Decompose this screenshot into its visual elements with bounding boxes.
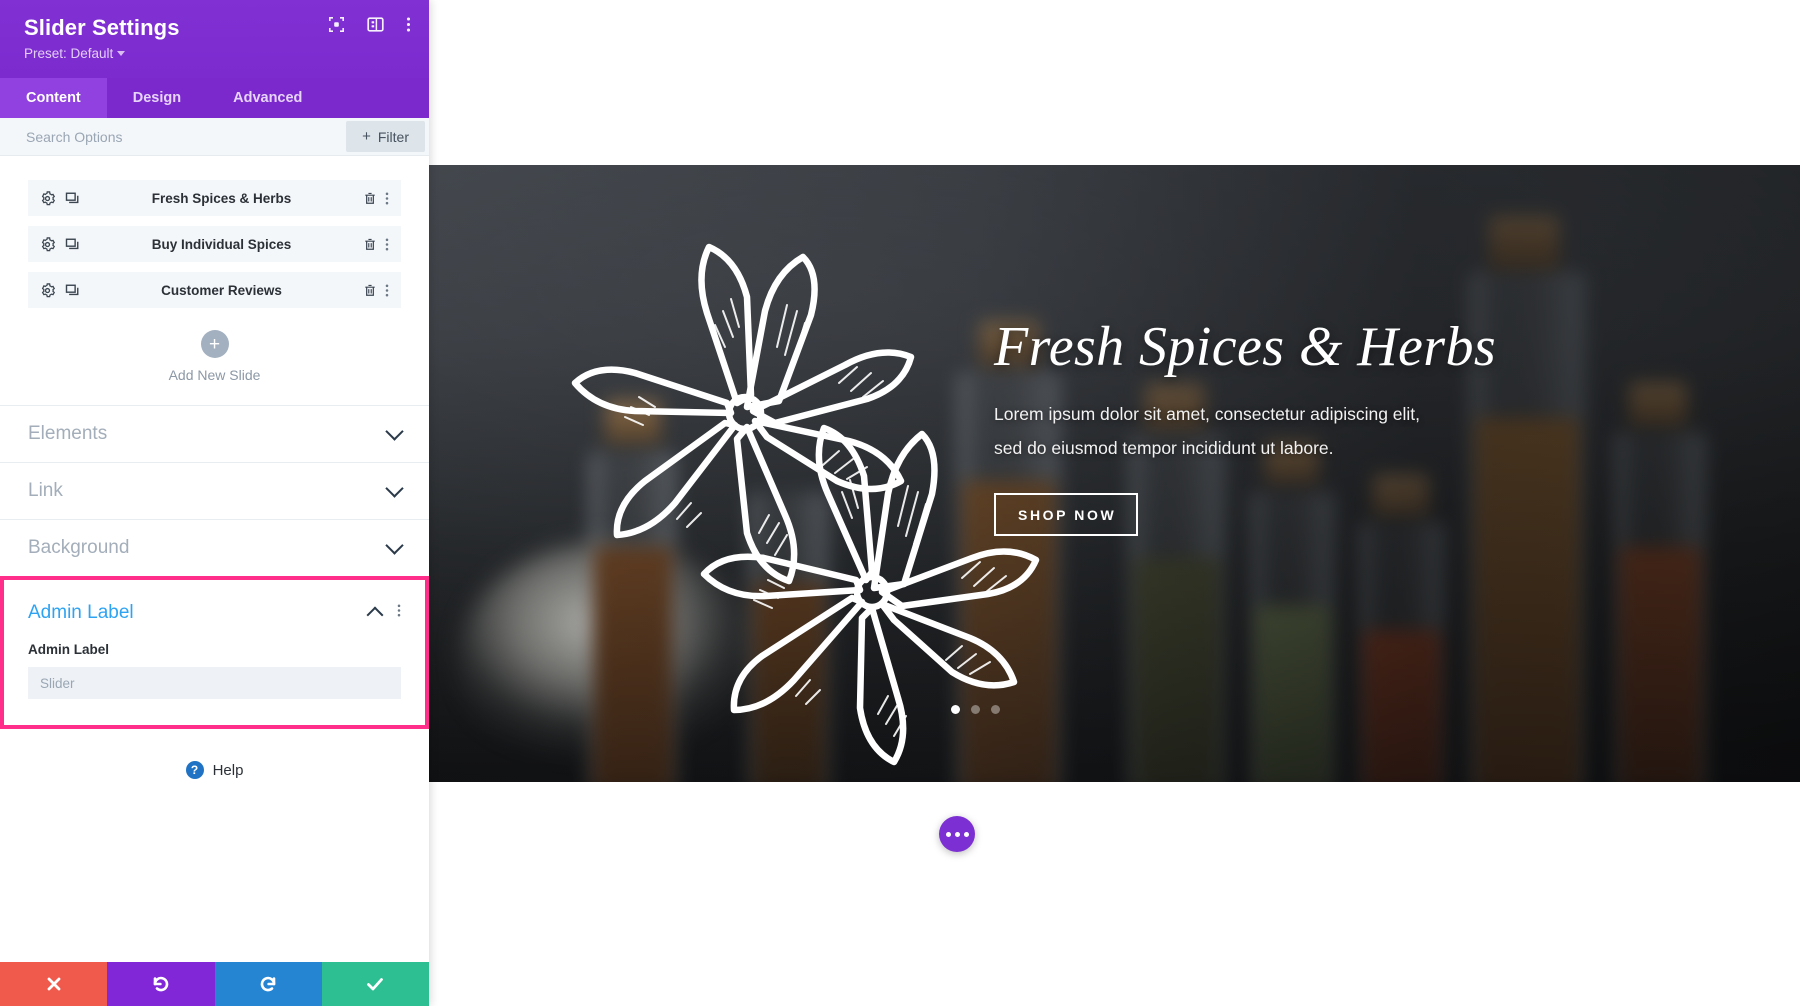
admin-label-input[interactable] <box>28 667 401 699</box>
fullscreen-icon[interactable] <box>328 16 345 33</box>
trash-icon[interactable] <box>363 191 377 206</box>
tab-content[interactable]: Content <box>0 78 107 118</box>
admin-label-field-group: Admin Label <box>4 636 425 725</box>
slide-row-left-actions <box>40 190 80 206</box>
chevron-down-icon <box>385 536 404 555</box>
slider-module-preview[interactable]: Fresh Spices & Herbs Lorem ipsum dolor s… <box>429 165 1800 782</box>
panel-header: Slider Settings Preset: Default <box>0 0 429 78</box>
section-toggle-elements[interactable]: Elements <box>0 405 429 462</box>
gear-icon[interactable] <box>40 282 56 298</box>
add-new-slide-label: Add New Slide <box>168 367 261 383</box>
chevron-up-icon[interactable] <box>366 606 384 624</box>
pagination-dot-3[interactable] <box>991 705 1000 714</box>
shop-now-button[interactable]: SHOP NOW <box>994 493 1139 536</box>
section-toggle-background[interactable]: Background <box>0 519 429 576</box>
filter-button-label: Filter <box>377 128 409 145</box>
pagination-dot-1[interactable] <box>951 705 960 714</box>
undo-button[interactable] <box>107 962 215 1006</box>
slide-row-2[interactable]: Buy Individual Spices <box>28 226 401 262</box>
tab-advanced[interactable]: Advanced <box>207 78 328 118</box>
layout-panel-icon[interactable] <box>367 16 384 33</box>
section-toggle-link[interactable]: Link <box>0 462 429 519</box>
slide-row-left-actions <box>40 236 80 252</box>
plus-icon[interactable]: + <box>200 330 229 358</box>
slide-body-line-1: Lorem ipsum dolor sit amet, consectetur … <box>994 404 1421 424</box>
fab-dot-3 <box>963 831 969 837</box>
section-toggle-admin-label[interactable]: Admin Label <box>4 580 425 636</box>
slider-pagination <box>951 705 1000 714</box>
duplicate-icon[interactable] <box>65 237 80 252</box>
search-input[interactable] <box>0 118 347 155</box>
section-more-options-icon[interactable] <box>397 603 401 623</box>
help-button[interactable]: ? Help <box>0 729 429 811</box>
filter-button[interactable]: + Filter <box>346 121 425 152</box>
duplicate-icon[interactable] <box>65 191 80 206</box>
page-preview: Fresh Spices & Herbs Lorem ipsum dolor s… <box>429 0 1800 1006</box>
search-row: + Filter <box>0 118 429 156</box>
slide-row-right-actions <box>363 191 389 206</box>
row-more-options-icon[interactable] <box>385 283 389 298</box>
slide-row-1[interactable]: Fresh Spices & Herbs <box>28 180 401 216</box>
redo-button[interactable] <box>214 962 322 1006</box>
slide-title: Fresh Spices & Herbs <box>994 316 1497 378</box>
slide-row-title: Buy Individual Spices <box>151 236 292 252</box>
fab-dot-1 <box>945 831 951 837</box>
gear-icon[interactable] <box>40 190 56 206</box>
gear-icon[interactable] <box>40 236 56 252</box>
tab-design[interactable]: Design <box>107 78 207 118</box>
section-head-actions <box>366 603 401 624</box>
help-label: Help <box>212 761 244 779</box>
preset-label: Preset: Default <box>24 46 114 61</box>
chevron-down-icon <box>385 479 404 498</box>
section-title: Link <box>28 480 63 501</box>
settings-tabs: Content Design Advanced <box>0 78 429 118</box>
admin-label-section-highlight: Admin Label Admin Label <box>0 576 429 729</box>
section-title: Elements <box>28 423 108 444</box>
slide-row-3[interactable]: Customer Reviews <box>28 272 401 308</box>
preset-selector[interactable]: Preset: Default <box>24 46 126 61</box>
slide-row-left-actions <box>40 282 80 298</box>
slide-row-title: Customer Reviews <box>161 282 282 298</box>
row-more-options-icon[interactable] <box>385 191 389 206</box>
row-more-options-icon[interactable] <box>385 237 389 252</box>
trash-icon[interactable] <box>363 237 377 252</box>
more-options-icon[interactable] <box>406 16 411 33</box>
pagination-dot-2[interactable] <box>971 705 980 714</box>
section-title: Admin Label <box>28 602 134 623</box>
slides-list: Fresh Spices & Herbs Buy Individual Spic… <box>0 156 429 405</box>
section-title: Background <box>28 537 130 558</box>
slide-body-line-2: sed do eiusmod tempor incididunt ut labo… <box>994 438 1334 458</box>
divi-builder-screen: Slider Settings Preset: Default Content … <box>0 0 1800 1006</box>
slide-row-right-actions <box>363 283 389 298</box>
add-new-slide[interactable]: + Add New Slide <box>28 318 401 405</box>
help-icon: ? <box>185 761 204 779</box>
page-settings-fab[interactable] <box>939 816 975 852</box>
panel-header-actions <box>328 16 411 33</box>
slide-content: Fresh Spices & Herbs Lorem ipsum dolor s… <box>994 315 1614 536</box>
slide-row-right-actions <box>363 237 389 252</box>
fab-dot-2 <box>954 831 960 837</box>
slide-body: Lorem ipsum dolor sit amet, consectetur … <box>994 397 1614 465</box>
panel-body: Fresh Spices & Herbs Buy Individual Spic… <box>0 156 429 962</box>
chevron-down-icon <box>385 422 404 441</box>
duplicate-icon[interactable] <box>65 283 80 298</box>
slide-row-title: Fresh Spices & Herbs <box>151 190 292 206</box>
slider-settings-panel: Slider Settings Preset: Default Content … <box>0 0 429 1006</box>
panel-action-bar <box>0 962 429 1006</box>
plus-icon: + <box>362 128 371 145</box>
cancel-button[interactable] <box>0 962 108 1006</box>
chevron-down-icon <box>117 51 126 56</box>
admin-label-field-label: Admin Label <box>28 642 110 657</box>
trash-icon[interactable] <box>363 283 377 298</box>
save-button[interactable] <box>321 962 429 1006</box>
